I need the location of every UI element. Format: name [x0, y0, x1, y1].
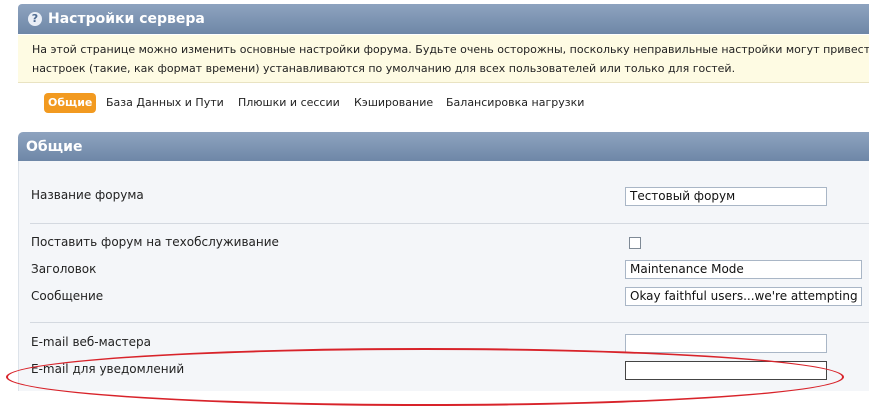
- tab-load-balancing[interactable]: Балансировка нагрузки: [446, 93, 584, 113]
- webmaster-email-input[interactable]: [625, 334, 827, 353]
- tab-cookies-sessions[interactable]: Плюшки и сессии: [238, 93, 340, 113]
- message-input[interactable]: Okay faithful users...we're attempting: [625, 287, 862, 306]
- maintenance-label: Поставить форум на техобслуживание: [31, 235, 279, 249]
- help-icon[interactable]: ?: [28, 12, 42, 26]
- forum-name-label: Название форума: [31, 188, 144, 202]
- maintenance-checkbox[interactable]: [629, 237, 641, 249]
- tab-caching[interactable]: Кэширование: [354, 93, 433, 113]
- heading-input[interactable]: Maintenance Mode: [625, 260, 862, 279]
- notice-line-1: На этой странице можно изменить основные…: [32, 43, 869, 56]
- message-label: Сообщение: [31, 289, 104, 303]
- divider: [30, 322, 869, 323]
- divider: [30, 223, 869, 224]
- tab-general[interactable]: Общие: [44, 93, 97, 113]
- section-title: Общие: [26, 139, 83, 155]
- webmaster-email-label: E-mail веб-мастера: [31, 335, 151, 349]
- page-title: Настройки сервера: [48, 11, 205, 27]
- highlight-ellipse: [6, 348, 844, 406]
- tab-database-paths[interactable]: База Данных и Пути: [106, 93, 224, 113]
- server-settings-header: ? Настройки сервера: [18, 4, 869, 34]
- notice-line-2: настроек (такие, как формат времени) уст…: [32, 62, 736, 75]
- section-header: Общие: [18, 132, 869, 161]
- notice-box: На этой странице можно изменить основные…: [18, 35, 869, 83]
- forum-name-input[interactable]: Тестовый форум: [625, 187, 827, 206]
- heading-label: Заголовок: [31, 262, 97, 276]
